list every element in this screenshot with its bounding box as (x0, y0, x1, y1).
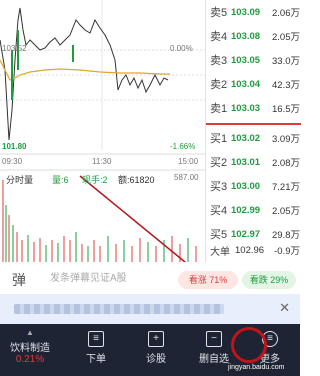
side-label: 卖2 (210, 79, 228, 91)
caret-up-icon: ▲ (26, 328, 34, 337)
remove-icon: − (206, 331, 222, 347)
tab-order-label: 下单 (86, 354, 106, 365)
price-low-label: 101.80 (2, 142, 27, 151)
order-row[interactable]: 卖5 103.09 2.06万 (210, 0, 300, 24)
side-label: 卖1 (210, 103, 228, 115)
volume: 7.21万 (272, 182, 300, 193)
time-start-label: 09:30 (2, 157, 23, 166)
tab-volume[interactable]: 分时量 (6, 173, 33, 186)
order-row[interactable]: 买4 102.99 2.05万 (210, 198, 300, 222)
side-label: 买2 (210, 157, 228, 169)
vol-max-label: 587.00 (174, 173, 199, 182)
side-label: 卖5 (210, 7, 228, 19)
price: 103.00 (231, 180, 261, 192)
order-row[interactable]: 买1 103.02 3.09万 (210, 126, 300, 150)
hand-value: 现手:2 (82, 175, 108, 185)
close-icon[interactable]: ✕ (279, 300, 290, 316)
banner-text-blurred (14, 304, 224, 314)
time-end-label: 15:00 (178, 157, 199, 166)
price: 103.02 (231, 132, 261, 144)
ob-divider (206, 123, 301, 125)
order-row[interactable]: 卖4 103.08 2.05万 (210, 24, 300, 48)
price: 103.04 (231, 78, 261, 90)
volume: 42.3万 (272, 80, 300, 91)
volume: 2.05万 (272, 206, 300, 217)
side-label: 卖4 (210, 31, 228, 43)
side-label: 买1 (210, 133, 228, 145)
order-book: 卖5 103.09 2.06万 卖4 103.08 2.05万 卖3 103.05 33.0万卖… (205, 0, 301, 262)
time-mid-label: 11:30 (92, 157, 112, 166)
bullish-button[interactable]: 看涨 71% (178, 271, 238, 289)
danmu-input[interactable]: 发条弹幕见证A股 (50, 270, 170, 288)
stock-change: 0.21% (15, 354, 45, 365)
side-label: 买4 (210, 205, 228, 217)
order-row[interactable]: 买3 103.00 7.21万 (210, 174, 300, 198)
tab-order[interactable]: ≡ 下单 (66, 324, 126, 376)
diagnose-icon: + (148, 331, 164, 347)
bearish-button[interactable]: 看跌 29% (242, 271, 296, 289)
price: 102.99 (231, 204, 261, 216)
tab-remove-label: 删自选 (199, 354, 229, 365)
price: 103.09 (231, 6, 261, 18)
order-icon: ≡ (88, 331, 104, 347)
intraday-chart[interactable]: 103.52 0.00% 101.80 -1.66% 09:30 11:30 1… (0, 0, 205, 262)
highlight-circle (231, 327, 267, 363)
big-order-label: 大单 (210, 246, 230, 258)
stock-name: 饮料制造 (10, 343, 50, 354)
watermark: jingyan.baidu.com (228, 364, 285, 371)
side-label: 买3 (210, 181, 228, 193)
volume: 16.5万 (272, 104, 300, 115)
chart-svg (0, 0, 205, 262)
price: 103.03 (231, 102, 261, 114)
volume: 2.08万 (272, 158, 300, 169)
side-label: 卖3 (210, 55, 228, 67)
vol-value: 量:6 (52, 175, 69, 185)
danmu-icon[interactable]: 弹 (12, 270, 26, 290)
volume: 33.0万 (272, 56, 300, 67)
big-order-row[interactable]: 大单 102.96 -0.9万 (210, 238, 300, 262)
volume: 2.05万 (272, 32, 300, 43)
order-row[interactable]: 卖1 103.03 16.5万 (210, 96, 300, 120)
danmu-bar: 弹 发条弹幕见证A股 看涨 71% 看跌 29% (0, 266, 300, 292)
volume: 3.09万 (272, 134, 300, 145)
price: 103.05 (231, 54, 261, 66)
ad-banner[interactable]: ✕ (0, 294, 300, 324)
tab-stock-info[interactable]: ▲ 饮料制造 0.21% (0, 324, 60, 376)
amount-value: 额:61820 (118, 175, 155, 185)
volume: 2.06万 (272, 8, 300, 19)
price: 103.01 (231, 156, 261, 168)
order-row[interactable]: 卖3 103.05 33.0万 (210, 48, 300, 72)
pct-high-label: 0.00% (170, 44, 193, 53)
pct-low-label: -1.66% (170, 142, 196, 151)
order-row[interactable]: 买2 103.01 2.08万 (210, 150, 300, 174)
price: 103.08 (231, 30, 261, 42)
big-order-vol: -0.9万 (274, 246, 300, 257)
tab-diagnose-label: 诊股 (146, 354, 166, 365)
tab-diagnose[interactable]: + 诊股 (126, 324, 186, 376)
order-row[interactable]: 卖2 103.04 42.3万 (210, 72, 300, 96)
big-order-price: 102.96 (235, 244, 265, 256)
price-high-label: 103.52 (2, 44, 27, 53)
